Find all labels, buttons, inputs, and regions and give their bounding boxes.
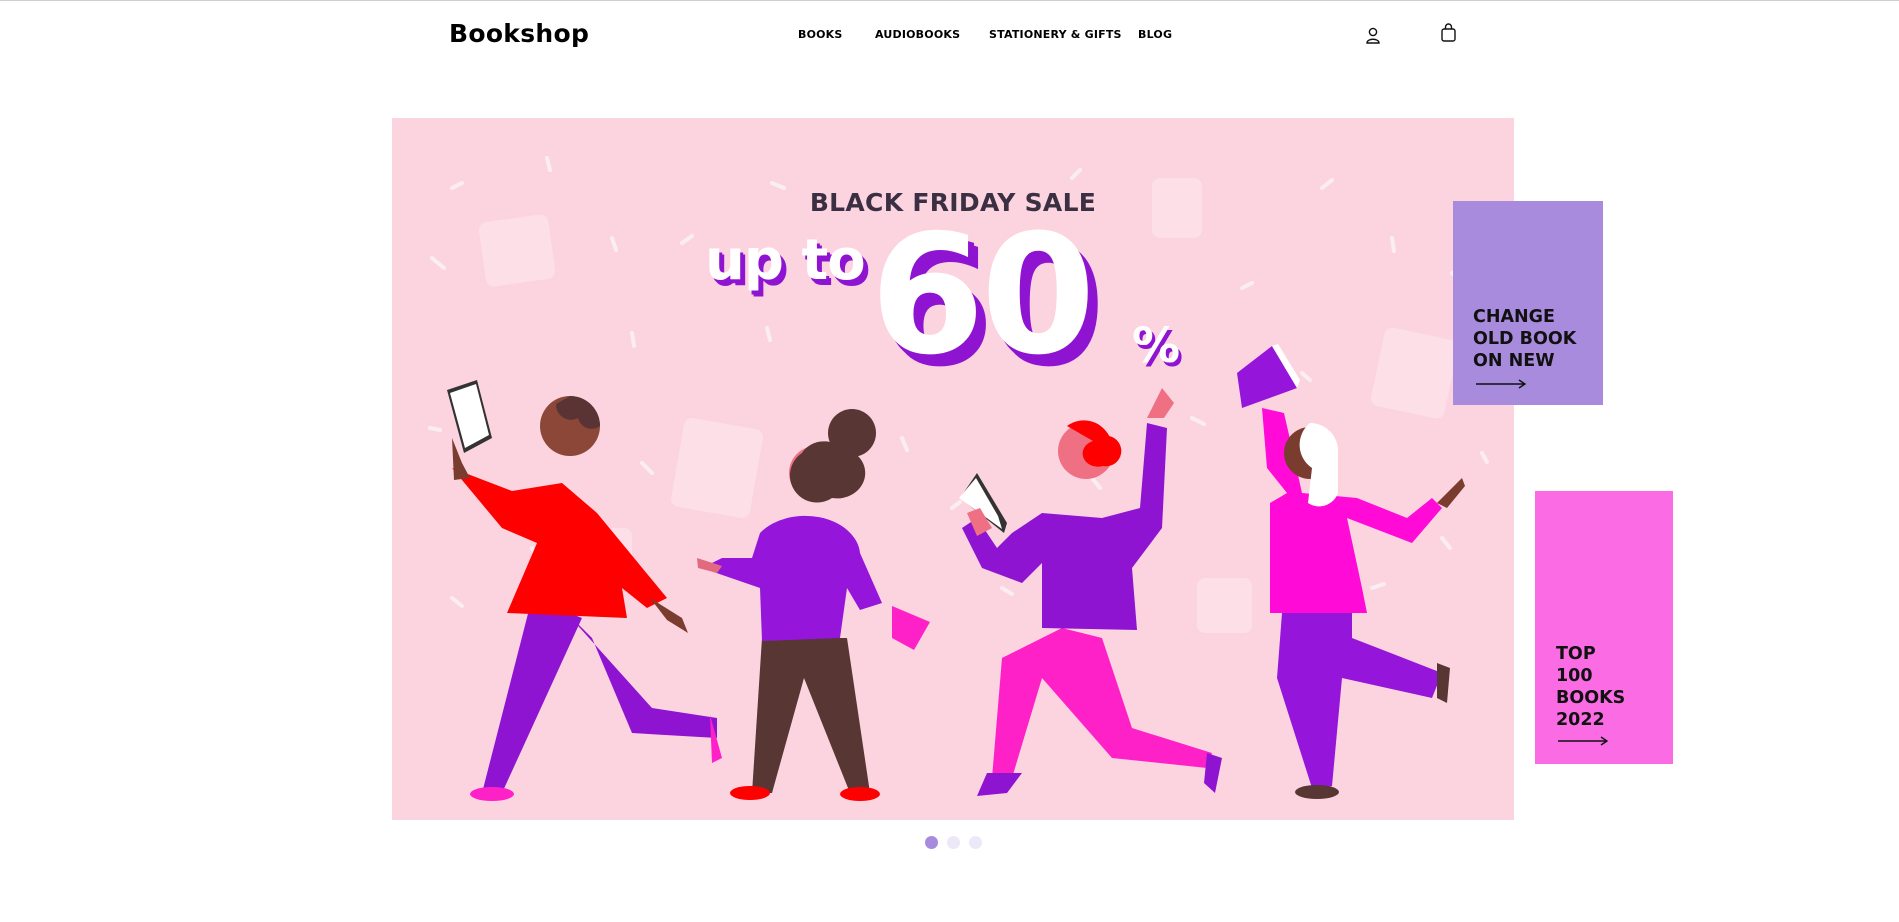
promo-label: TOP 100 BOOKS 2022 [1556, 644, 1626, 730]
arrow-right-icon [1475, 374, 1527, 393]
arrow-right-icon [1557, 731, 1609, 750]
nav-item-blog[interactable]: BLOG [1138, 28, 1172, 41]
promo-label: CHANGE OLD BOOK ON NEW [1473, 307, 1577, 371]
shopping-bag-icon[interactable] [1441, 23, 1456, 46]
nav-item-audiobooks[interactable]: AUDIOBOOKS [875, 28, 960, 41]
carousel-dot-3[interactable] [969, 836, 982, 849]
nav-item-stationery-gifts[interactable]: STATIONERY & GIFTS [989, 28, 1122, 41]
top-border [0, 0, 1899, 1]
nav-item-books[interactable]: BOOKS [798, 28, 843, 41]
hero-prefix: up to [705, 228, 866, 293]
carousel-dot-1[interactable] [925, 836, 938, 849]
user-icon[interactable] [1366, 27, 1380, 48]
site-logo[interactable]: Bookshop [449, 19, 589, 48]
promo-top-100-books[interactable]: TOP 100 BOOKS 2022 [1535, 491, 1673, 764]
promo-change-old-book[interactable]: CHANGE OLD BOOK ON NEW [1453, 201, 1603, 405]
hero-percent-sign: % [1132, 318, 1181, 374]
carousel-dot-2[interactable] [947, 836, 960, 849]
hero-discount-number: 60 [870, 199, 1096, 391]
hero-banner[interactable]: BLACK FRIDAY SALE up to 60 % [392, 118, 1514, 820]
